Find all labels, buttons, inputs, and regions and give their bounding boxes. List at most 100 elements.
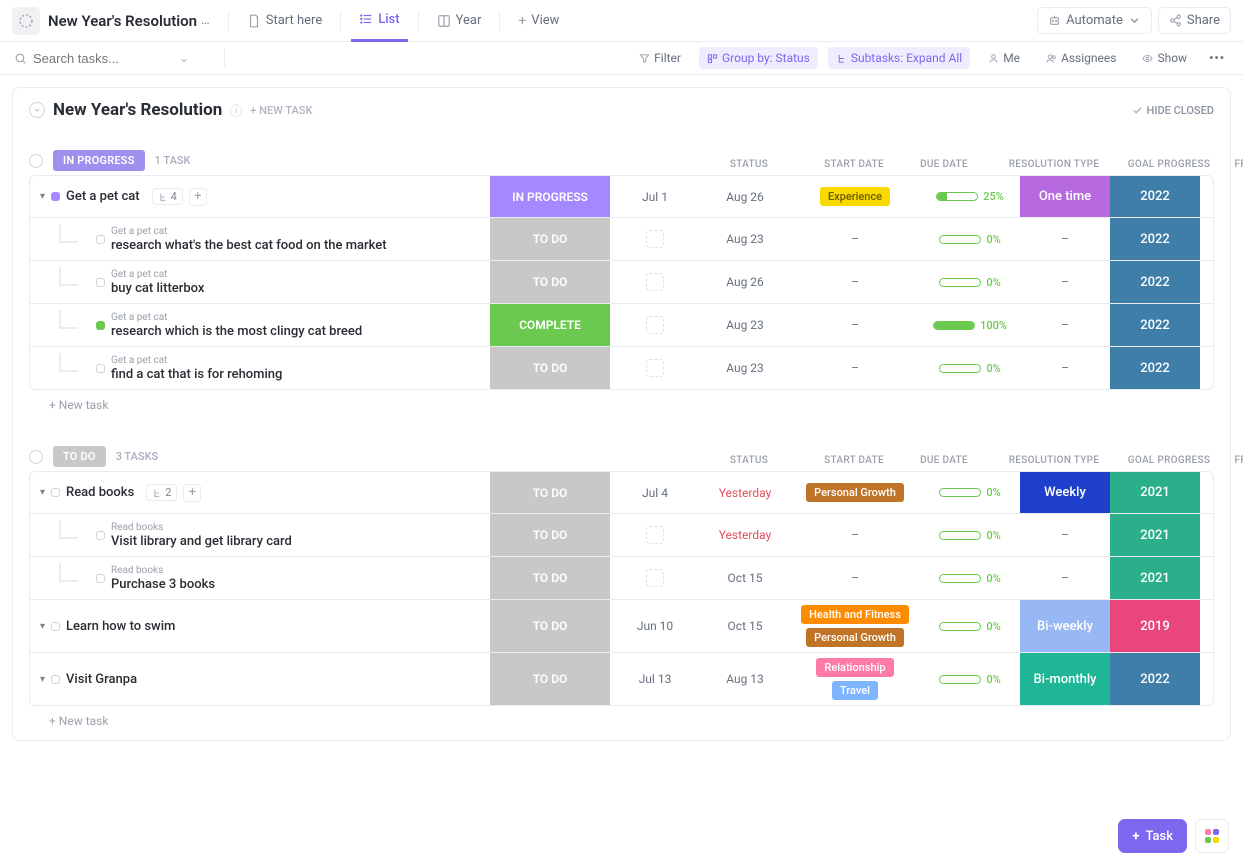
task-row[interactable]: Get a pet cat find a cat that is for reh… <box>30 347 1213 389</box>
start-date-cell[interactable] <box>610 218 700 260</box>
caret-down-icon[interactable]: ▾ <box>40 621 45 632</box>
start-date-cell[interactable] <box>610 514 700 556</box>
year-cell[interactable]: 2022 <box>1110 653 1200 705</box>
progress-bar[interactable]: 0% <box>939 276 1000 289</box>
task-row[interactable]: Get a pet cat research which is the most… <box>30 304 1213 347</box>
resolution-tag[interactable]: Health and Fitness <box>801 605 909 624</box>
resolution-type-cell[interactable]: – <box>790 514 920 556</box>
resolution-type-cell[interactable]: – <box>790 218 920 260</box>
progress-cell[interactable]: 25% <box>920 176 1020 217</box>
frequency-cell[interactable]: – <box>1020 557 1110 599</box>
progress-bar[interactable]: 0% <box>939 572 1000 585</box>
caret-down-icon[interactable]: ▾ <box>40 487 45 498</box>
resolution-type-cell[interactable]: Health and Fitness Personal Growth <box>790 600 920 652</box>
col-due-date[interactable]: DUE DATE <box>899 159 989 170</box>
year-cell[interactable]: 2022 <box>1110 304 1200 346</box>
year-cell[interactable]: 2021 <box>1110 472 1200 513</box>
status-square-icon[interactable] <box>96 364 105 373</box>
collapse-all-icon[interactable] <box>29 102 45 118</box>
progress-cell[interactable]: 0% <box>920 600 1020 652</box>
status-cell[interactable]: TO DO <box>490 472 610 513</box>
subtask-name-cell[interactable]: Read books Purchase 3 books <box>30 557 490 599</box>
status-square-icon[interactable] <box>96 278 105 287</box>
status-cell[interactable]: TO DO <box>490 261 610 303</box>
search-input[interactable] <box>33 51 173 66</box>
year-cell[interactable]: 2022 <box>1110 218 1200 260</box>
frequency-cell[interactable]: – <box>1020 218 1110 260</box>
resolution-tag[interactable]: Experience <box>820 187 890 206</box>
resolution-tag[interactable]: Travel <box>832 681 878 700</box>
tab-year[interactable]: Year <box>429 0 490 42</box>
status-square-icon[interactable] <box>96 531 105 540</box>
status-cell[interactable]: TO DO <box>490 653 610 705</box>
due-date-cell[interactable]: Aug 23 <box>700 304 790 346</box>
progress-cell[interactable]: 0% <box>920 218 1020 260</box>
start-date-cell[interactable] <box>610 261 700 303</box>
due-date-cell[interactable]: Yesterday <box>700 472 790 513</box>
task-row[interactable]: ▾ Read books 2+ TO DO Jul 4 Yesterday Pe… <box>30 472 1213 514</box>
status-square-icon[interactable] <box>51 192 60 201</box>
status-square-icon[interactable] <box>96 321 105 330</box>
add-subtask-button[interactable]: + <box>189 188 207 206</box>
subtask-name-cell[interactable]: Get a pet cat buy cat litterbox <box>30 261 490 303</box>
caret-down-icon[interactable]: ▾ <box>40 674 45 685</box>
task-row[interactable]: Read books Visit library and get library… <box>30 514 1213 557</box>
year-cell[interactable]: 2019 <box>1110 600 1200 652</box>
progress-cell[interactable]: 0% <box>920 472 1020 513</box>
task-row[interactable]: Read books Purchase 3 books TO DO Oct 15… <box>30 557 1213 600</box>
status-cell[interactable]: TO DO <box>490 600 610 652</box>
new-task-fab[interactable]: + Task <box>1118 819 1187 853</box>
frequency-cell[interactable]: – <box>1020 304 1110 346</box>
progress-cell[interactable]: 100% <box>920 304 1020 346</box>
progress-bar[interactable]: 0% <box>939 486 1000 499</box>
status-square-icon[interactable] <box>51 675 60 684</box>
progress-cell[interactable]: 0% <box>920 653 1020 705</box>
resolution-tag[interactable]: Personal Growth <box>806 628 904 647</box>
new-task-row-button[interactable]: + New task <box>29 390 1214 420</box>
subtask-count-chip[interactable]: 4 <box>152 188 183 205</box>
start-date-cell[interactable] <box>610 557 700 599</box>
more-options-icon[interactable]: ••• <box>1205 51 1229 65</box>
resolution-type-cell[interactable]: Experience <box>790 176 920 217</box>
start-date-cell[interactable] <box>610 347 700 389</box>
resolution-tag[interactable]: Relationship <box>816 658 893 677</box>
year-cell[interactable]: 2021 <box>1110 514 1200 556</box>
col-goal-progress[interactable]: GOAL PROGRESS <box>1119 159 1219 170</box>
new-task-row-button[interactable]: + New task <box>29 706 1214 736</box>
frequency-cell[interactable]: Bi-weekly <box>1020 600 1110 652</box>
due-date-cell[interactable]: Aug 26 <box>700 261 790 303</box>
info-icon[interactable]: ⓘ <box>230 102 242 119</box>
progress-bar[interactable]: 0% <box>939 362 1000 375</box>
due-date-cell[interactable]: Aug 13 <box>700 653 790 705</box>
subtask-name-cell[interactable]: Get a pet cat research what's the best c… <box>30 218 490 260</box>
tab-list[interactable]: List <box>351 0 407 42</box>
caret-down-icon[interactable]: ▾ <box>40 191 45 202</box>
task-row[interactable]: ▾ Learn how to swim TO DO Jun 10 Oct 15 … <box>30 600 1213 653</box>
start-date-cell[interactable]: Jul 1 <box>610 176 700 217</box>
status-square-icon[interactable] <box>96 235 105 244</box>
hide-closed-button[interactable]: HIDE CLOSED <box>1132 104 1214 117</box>
col-status[interactable]: STATUS <box>689 455 809 466</box>
col-frequency[interactable]: FREQUENCY <box>1219 159 1243 170</box>
calendar-icon[interactable] <box>646 316 664 334</box>
apps-fab[interactable] <box>1195 819 1229 853</box>
task-name-cell[interactable]: ▾ Visit Granpa <box>30 653 490 705</box>
frequency-cell[interactable]: – <box>1020 514 1110 556</box>
status-square-icon[interactable] <box>96 574 105 583</box>
subtask-name-cell[interactable]: Get a pet cat research which is the most… <box>30 304 490 346</box>
due-date-cell[interactable]: Aug 23 <box>700 218 790 260</box>
progress-bar[interactable]: 0% <box>939 620 1000 633</box>
resolution-type-cell[interactable]: – <box>790 261 920 303</box>
resolution-type-cell[interactable]: – <box>790 347 920 389</box>
col-status[interactable]: STATUS <box>689 159 809 170</box>
col-frequency[interactable]: FREQUENCY <box>1219 455 1243 466</box>
chevron-down-icon[interactable]: ⌄ <box>179 51 189 65</box>
status-cell[interactable]: TO DO <box>490 514 610 556</box>
due-date-cell[interactable]: Aug 26 <box>700 176 790 217</box>
start-date-cell[interactable]: Jun 10 <box>610 600 700 652</box>
subtask-name-cell[interactable]: Read books Visit library and get library… <box>30 514 490 556</box>
calendar-icon[interactable] <box>646 230 664 248</box>
filter-button[interactable]: Filter <box>631 47 689 69</box>
assignees-button[interactable]: Assignees <box>1038 47 1124 69</box>
progress-bar[interactable]: 25% <box>936 190 1004 203</box>
